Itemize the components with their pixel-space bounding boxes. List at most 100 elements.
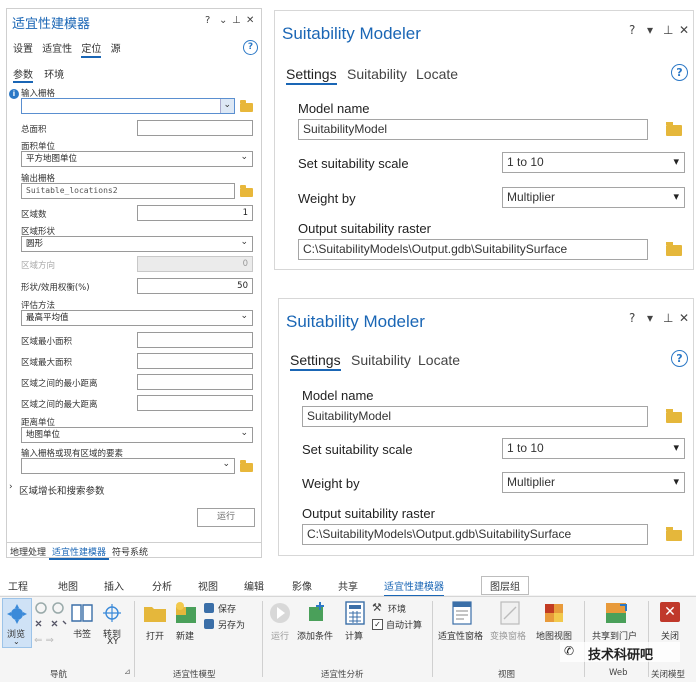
- area-units-select[interactable]: 平方地图单位: [21, 151, 253, 167]
- help-circle-icon[interactable]: ?: [671, 64, 688, 81]
- close-model-button[interactable]: 关闭: [661, 629, 679, 642]
- tab-settings[interactable]: Settings: [290, 352, 341, 371]
- bookmark-icon[interactable]: [70, 603, 94, 623]
- save-icon[interactable]: [204, 603, 214, 613]
- scale-select[interactable]: 1 to 10: [502, 438, 685, 459]
- help-icon[interactable]: ?: [629, 311, 635, 325]
- help-circle-icon[interactable]: ?: [671, 350, 688, 367]
- tab-source[interactable]: 源: [111, 44, 121, 55]
- scale-select[interactable]: 1 to 10: [502, 152, 685, 173]
- tab-locate[interactable]: Locate: [418, 352, 460, 368]
- help-icon[interactable]: ?: [629, 23, 635, 37]
- calculator-icon[interactable]: [345, 601, 365, 625]
- help-icon[interactable]: ?: [205, 15, 210, 26]
- tab-parameters[interactable]: 参数: [13, 70, 33, 83]
- menu-analysis[interactable]: 分析: [152, 578, 172, 593]
- menu-project[interactable]: 工程: [8, 578, 28, 593]
- new-button[interactable]: 新建: [176, 629, 194, 642]
- tab-geoprocessing[interactable]: 地理处理: [7, 543, 49, 560]
- map-view-icon[interactable]: [544, 601, 564, 625]
- menu-edit[interactable]: 编辑: [244, 578, 264, 593]
- weight-select[interactable]: Multiplier: [502, 187, 685, 208]
- model-name-input[interactable]: SuitabilityModel: [302, 406, 648, 427]
- calculate-button[interactable]: 计算: [345, 629, 363, 642]
- growth-section-header[interactable]: 区域增长和搜索参数: [19, 483, 105, 497]
- info-icon[interactable]: i: [9, 89, 19, 99]
- region-count-input[interactable]: 1: [137, 205, 253, 221]
- share-portal-icon[interactable]: [604, 601, 628, 625]
- tab-environments[interactable]: 环境: [44, 70, 64, 81]
- menu-map[interactable]: 地图: [58, 578, 78, 593]
- open-folder-icon[interactable]: [143, 603, 167, 623]
- weight-select[interactable]: Multiplier: [502, 472, 685, 493]
- run-button[interactable]: 运行: [197, 508, 255, 527]
- add-condition-button[interactable]: 添加条件: [297, 629, 333, 642]
- suitability-pane-icon[interactable]: [452, 601, 472, 625]
- pin-icon[interactable]: ⊥: [663, 311, 673, 325]
- total-area-input[interactable]: [137, 120, 253, 136]
- tab-suitability[interactable]: Suitability: [351, 352, 411, 368]
- dropdown-icon[interactable]: ▾: [647, 23, 653, 37]
- back-forward-icon[interactable]: ⇐ ⇒: [34, 635, 54, 646]
- goto-xy-label[interactable]: XY: [107, 637, 119, 647]
- chevron-right-icon[interactable]: ›: [9, 482, 13, 492]
- environment-icon[interactable]: ⚒: [372, 601, 382, 614]
- folder-icon[interactable]: [240, 460, 253, 472]
- menu-suitability-modeler[interactable]: 适宜性建模器: [384, 578, 444, 597]
- share-portal-button[interactable]: 共享到门户: [592, 629, 637, 642]
- open-button[interactable]: 打开: [146, 629, 164, 642]
- tab-suitability[interactable]: 适宜性: [42, 44, 72, 55]
- folder-icon[interactable]: [666, 409, 682, 423]
- min-dist-input[interactable]: [137, 374, 253, 390]
- menu-share[interactable]: 共享: [338, 578, 358, 593]
- dropdown-icon[interactable]: ⌄: [219, 15, 227, 26]
- folder-icon[interactable]: [666, 122, 682, 136]
- dropdown-icon[interactable]: ▾: [647, 311, 653, 325]
- eval-method-select[interactable]: 最高平均值: [21, 310, 253, 326]
- max-dist-input[interactable]: [137, 395, 253, 411]
- save-as-icon[interactable]: [204, 619, 214, 629]
- save-button[interactable]: 保存: [218, 602, 236, 615]
- menu-view[interactable]: 视图: [198, 578, 218, 593]
- existing-regions-select[interactable]: [21, 458, 235, 474]
- tab-locate[interactable]: 定位: [81, 44, 102, 58]
- folder-icon[interactable]: [240, 185, 253, 197]
- min-area-input[interactable]: [137, 332, 253, 348]
- dist-units-select[interactable]: 地图单位: [21, 427, 253, 443]
- model-name-input[interactable]: SuitabilityModel: [298, 119, 648, 140]
- auto-calc-checkbox[interactable]: ✓: [372, 619, 383, 630]
- environment-button[interactable]: 环境: [388, 602, 406, 615]
- close-icon[interactable]: ✕: [679, 311, 689, 325]
- tab-suitability[interactable]: Suitability: [347, 66, 407, 82]
- output-raster-input[interactable]: Suitable_locations2: [21, 183, 235, 199]
- help-circle-icon[interactable]: ?: [243, 40, 258, 55]
- map-view-button[interactable]: 地图视图: [536, 629, 572, 642]
- folder-icon[interactable]: [240, 100, 253, 112]
- save-as-button[interactable]: 另存为: [218, 618, 245, 631]
- region-shape-select[interactable]: 圆形: [21, 236, 253, 252]
- tab-symbology[interactable]: 符号系统: [109, 543, 151, 560]
- input-raster-field[interactable]: ⌄: [21, 98, 235, 114]
- close-model-icon[interactable]: ✕: [660, 602, 680, 622]
- menu-layer-group[interactable]: 图层组: [481, 576, 529, 595]
- folder-icon[interactable]: [666, 242, 682, 256]
- browse-button[interactable]: 浏览 ⌄: [2, 598, 32, 648]
- close-icon[interactable]: ✕: [246, 15, 254, 26]
- output-input[interactable]: C:\SuitabilityModels\Output.gdb\Suitabil…: [302, 524, 648, 545]
- bookmark-label[interactable]: 书签: [73, 627, 91, 640]
- menu-insert[interactable]: 插入: [104, 578, 124, 593]
- tab-suitability-modeler[interactable]: 适宜性建模器: [49, 543, 110, 560]
- folder-icon[interactable]: [666, 527, 682, 541]
- output-input[interactable]: C:\SuitabilityModels\Output.gdb\Suitabil…: [298, 239, 648, 260]
- shape-utility-input[interactable]: 50: [137, 278, 253, 294]
- pin-icon[interactable]: ⊥: [663, 23, 673, 37]
- goto-xy-icon[interactable]: [102, 603, 122, 623]
- suitability-pane-button[interactable]: 适宜性窗格: [438, 629, 483, 642]
- nav-tools-icon[interactable]: [34, 601, 68, 631]
- tab-settings[interactable]: 设置: [13, 44, 33, 55]
- max-area-input[interactable]: [137, 353, 253, 369]
- tab-settings[interactable]: Settings: [286, 66, 337, 85]
- pin-icon[interactable]: ⊥: [232, 15, 241, 26]
- close-icon[interactable]: ✕: [679, 23, 689, 37]
- tab-locate[interactable]: Locate: [416, 66, 458, 82]
